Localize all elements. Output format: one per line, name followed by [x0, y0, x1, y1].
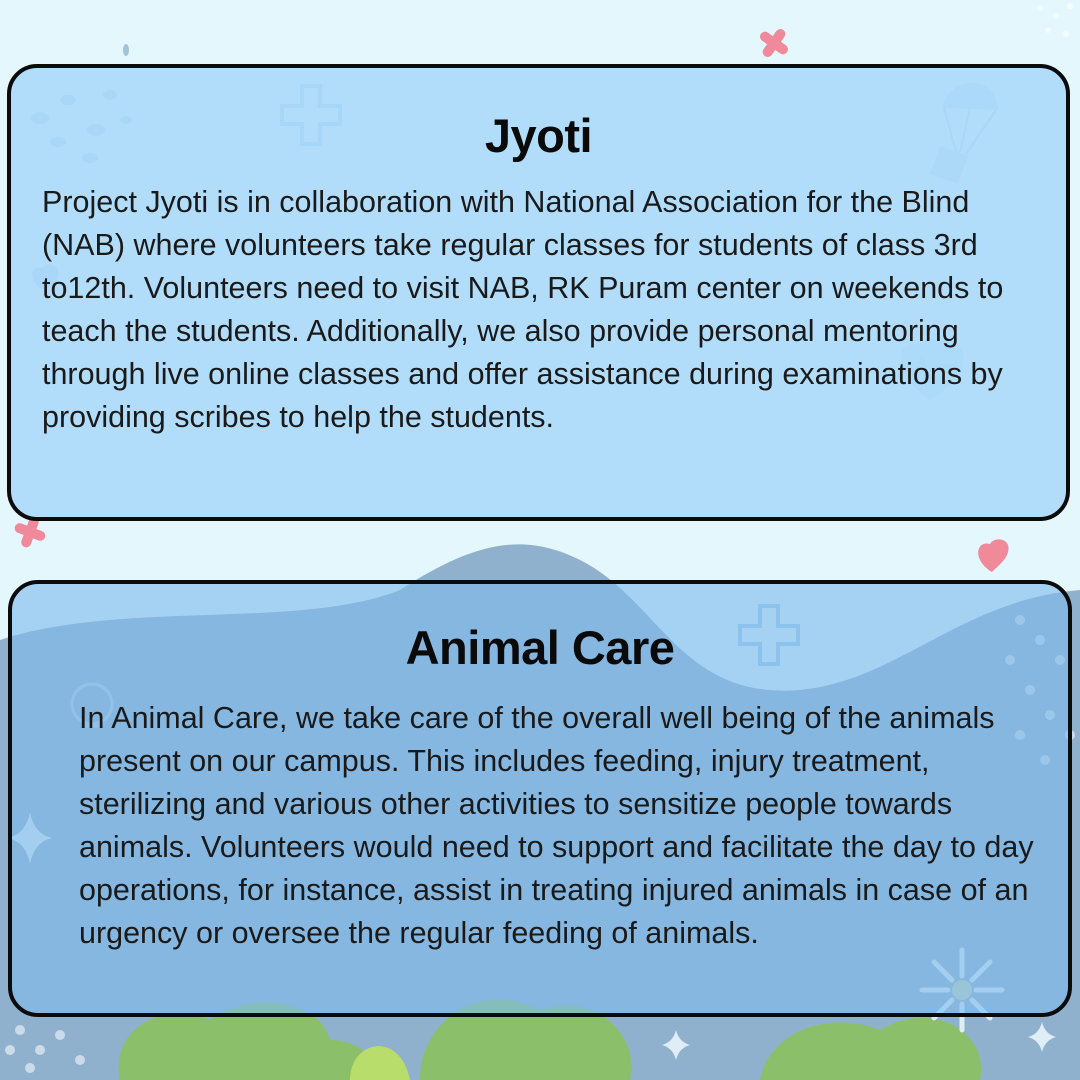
project-card-animal-care: Animal Care In Animal Care, we take care… — [8, 580, 1072, 1017]
card-description: Project Jyoti is in collaboration with N… — [42, 185, 1004, 434]
card-description: In Animal Care, we take care of the over… — [79, 701, 1034, 950]
project-card-jyoti: Jyoti Project Jyoti is in collaboration … — [7, 64, 1070, 521]
card-title: Jyoti — [484, 109, 593, 162]
heart-icon — [978, 539, 1009, 572]
card-title: Animal Care — [405, 621, 675, 674]
plus-icon — [759, 28, 789, 58]
